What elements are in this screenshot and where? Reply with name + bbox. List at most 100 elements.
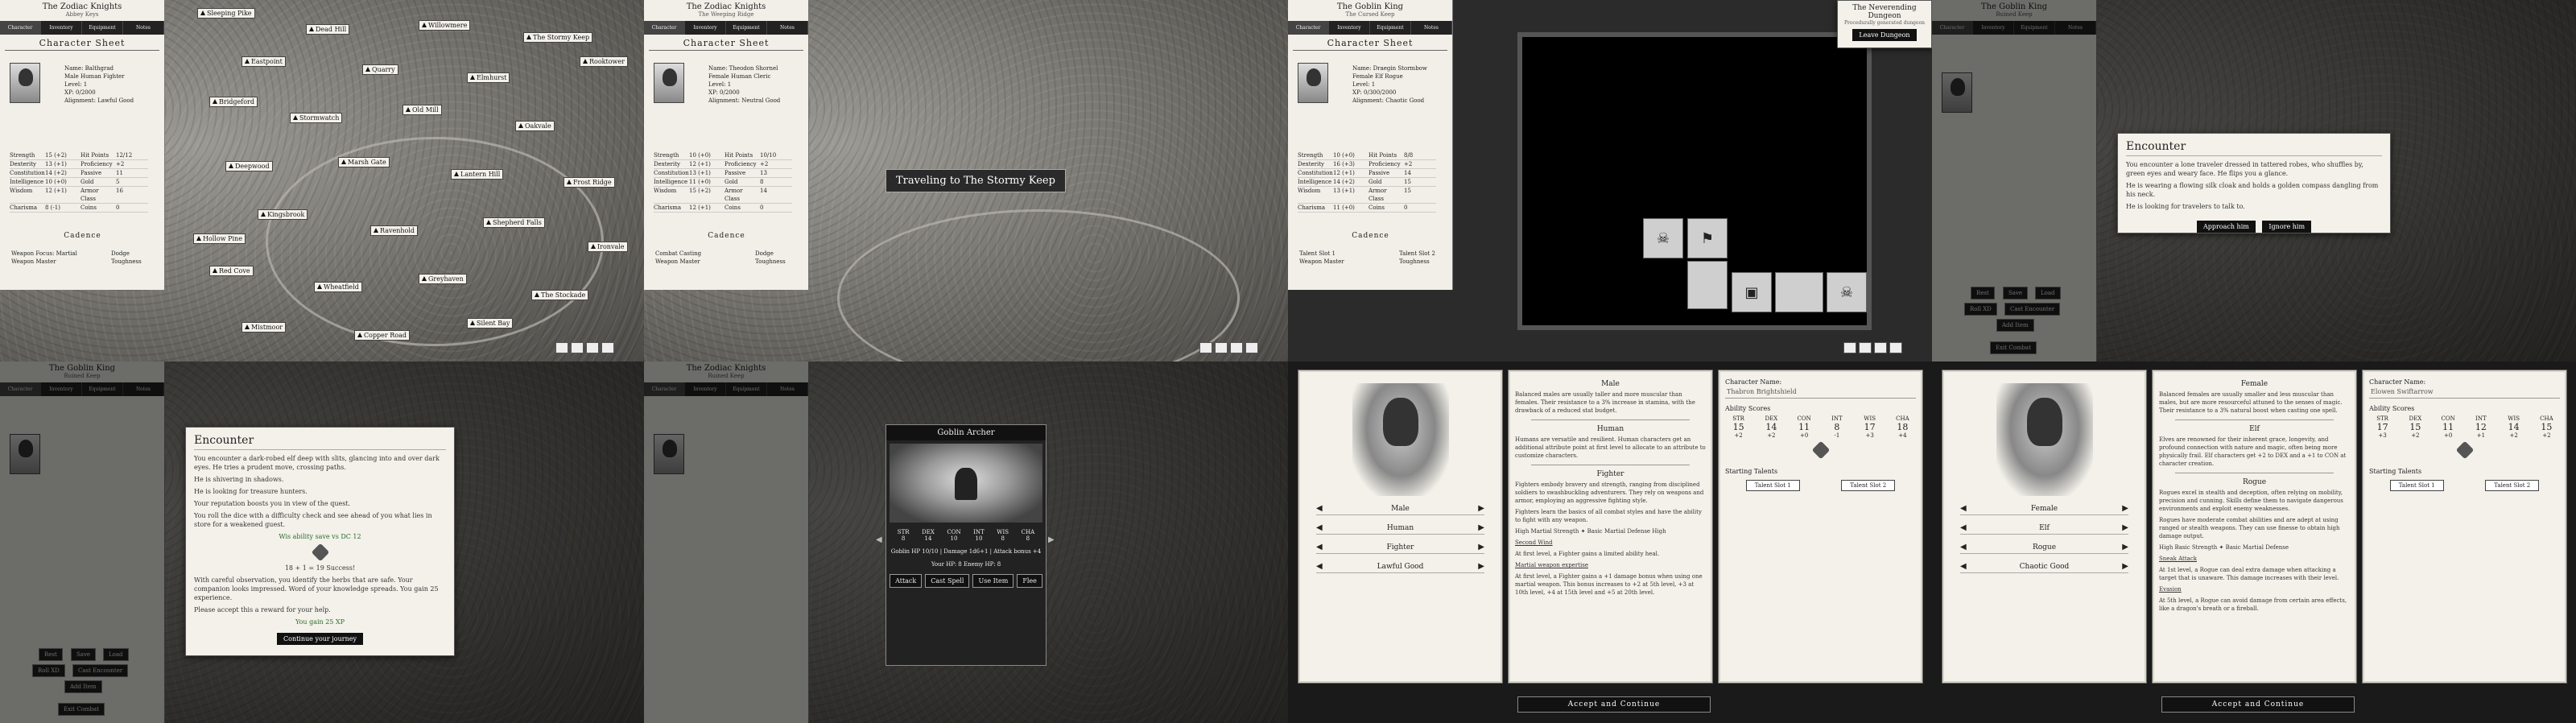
score-wis[interactable]: WIS 17 +3 — [1856, 415, 1883, 439]
tab-notes[interactable]: Notes — [2055, 21, 2096, 35]
map-town-label[interactable]: Old Mill — [402, 105, 442, 115]
score-wis[interactable]: WIS 14 +2 — [2500, 415, 2527, 439]
score-dex[interactable]: DEX 15 +2 — [2402, 415, 2429, 439]
select-race[interactable]: ◀ Human ▶ — [1316, 523, 1484, 535]
encounter-button[interactable]: Cast Encounter — [72, 664, 129, 677]
map-town-label[interactable]: Lantern Hill — [451, 169, 504, 180]
zoom-in-button[interactable] — [1215, 342, 1228, 353]
select-alignment[interactable]: ◀ Chaotic Good ▶ — [1960, 562, 2128, 573]
zoom-out-button[interactable] — [555, 342, 568, 353]
arrow-right-icon[interactable]: ▶ — [2122, 562, 2128, 571]
tab-notes[interactable]: Notes — [123, 21, 164, 35]
score-str[interactable]: STR 15 +2 — [1725, 415, 1752, 439]
name-input[interactable]: Thabron Brightshield — [1725, 386, 1916, 399]
arrow-right-icon[interactable]: ▶ — [1478, 523, 1484, 532]
load-button[interactable]: Load — [2035, 287, 2061, 300]
map-tools[interactable] — [1199, 342, 1258, 353]
load-button[interactable]: Load — [103, 648, 129, 661]
select-gender[interactable]: ◀ Female ▶ — [1960, 504, 2128, 515]
save-button[interactable]: Save — [71, 648, 97, 661]
exit-combat-button[interactable]: Exit Combat — [58, 703, 105, 716]
select-gender[interactable]: ◀ Male ▶ — [1316, 504, 1484, 515]
talent-slot-2-button[interactable]: Talent Slot 2 — [2485, 480, 2540, 491]
dungeon-view[interactable]: ☠ ⚑ ▣ ☠ — [1517, 32, 1872, 330]
name-input[interactable]: Elowen Swiftarrow — [2369, 386, 2560, 399]
prev-arrow[interactable]: ◀ — [876, 535, 882, 544]
dice-icon[interactable] — [2455, 440, 2474, 460]
add-item-button[interactable]: Add Item — [64, 680, 102, 693]
arrow-left-icon[interactable]: ◀ — [1960, 523, 1967, 532]
zoom-in-button[interactable] — [571, 342, 584, 353]
room-skull-2[interactable]: ☠ — [1827, 272, 1867, 312]
map-town-label[interactable]: Stormwatch — [290, 113, 343, 123]
select-class[interactable]: ◀ Fighter ▶ — [1316, 543, 1484, 554]
tab-inventory[interactable]: Inventory — [685, 382, 726, 396]
score-cha[interactable]: CHA 15 +2 — [2533, 415, 2560, 439]
score-con[interactable]: CON 11 +0 — [2435, 415, 2462, 439]
tab-notes[interactable]: Notes — [767, 382, 808, 396]
map-town-label[interactable]: Wheatfield — [314, 282, 362, 292]
tab-notes[interactable]: Notes — [1411, 21, 1452, 35]
map-town-label[interactable]: Kingsbrook — [258, 209, 308, 220]
arrow-left-icon[interactable]: ◀ — [1316, 543, 1323, 552]
map-town-label[interactable]: Silent Bay — [467, 318, 514, 328]
room-skull[interactable]: ☠ — [1643, 218, 1683, 258]
arrow-right-icon[interactable]: ▶ — [1478, 562, 1484, 571]
map-town-label[interactable]: Mistmoor — [242, 322, 287, 333]
accept-button[interactable]: Accept and Continue — [2161, 696, 2355, 713]
room-hall[interactable] — [1775, 272, 1823, 312]
tab-equipment[interactable]: Equipment — [82, 21, 123, 35]
room-door[interactable]: ▣ — [1732, 272, 1772, 312]
zoom-in-button[interactable] — [1859, 342, 1872, 353]
attack-button[interactable]: Attack — [890, 574, 923, 588]
select-race[interactable]: ◀ Elf ▶ — [1960, 523, 2128, 535]
arrow-right-icon[interactable]: ▶ — [2122, 523, 2128, 532]
arrow-left-icon[interactable]: ◀ — [1960, 562, 1967, 571]
map-town-label[interactable]: Willowmere — [419, 20, 471, 31]
save-button[interactable]: Save — [2003, 287, 2029, 300]
arrow-right-icon[interactable]: ▶ — [2122, 543, 2128, 552]
map-town-label[interactable]: Elmhurst — [467, 72, 510, 83]
map-town-label[interactable]: Rooktower — [580, 56, 628, 67]
map-tools[interactable] — [555, 342, 614, 353]
map-town-label[interactable]: Sleeping Pike — [197, 8, 255, 19]
roll-button[interactable]: Roll XD — [32, 664, 65, 677]
tab-inventory[interactable]: Inventory — [1973, 21, 2014, 35]
rest-button[interactable]: Rest — [1971, 287, 1995, 300]
tab-inventory[interactable]: Inventory — [685, 21, 726, 35]
leave-dungeon-button[interactable]: Leave Dungeon — [1852, 29, 1917, 41]
talent-slot-1-button[interactable]: Talent Slot 1 — [2389, 480, 2444, 491]
ignore-button[interactable]: Ignore him — [2262, 221, 2312, 233]
score-dex[interactable]: DEX 14 +2 — [1758, 415, 1785, 439]
map-town-label[interactable]: Dead Hill — [306, 24, 350, 35]
arrow-right-icon[interactable]: ▶ — [1478, 504, 1484, 513]
dice-icon[interactable] — [1811, 440, 1830, 460]
tab-inventory[interactable]: Inventory — [41, 21, 82, 35]
map-town-label[interactable]: Marsh Gate — [338, 157, 390, 167]
cast-spell-button[interactable]: Cast Spell — [925, 574, 970, 588]
map-tools[interactable] — [1843, 342, 1902, 353]
select-class[interactable]: ◀ Rogue ▶ — [1960, 543, 2128, 554]
tab-equipment[interactable]: Equipment — [2014, 21, 2055, 35]
select-alignment[interactable]: ◀ Lawful Good ▶ — [1316, 562, 1484, 573]
map-town-label[interactable]: Frost Ridge — [564, 177, 615, 188]
tab-notes[interactable]: Notes — [767, 21, 808, 35]
continue-button[interactable]: Continue your journey — [277, 633, 363, 645]
score-cha[interactable]: CHA 18 +4 — [1889, 415, 1916, 439]
arrow-right-icon[interactable]: ▶ — [2122, 504, 2128, 513]
next-arrow[interactable]: ▶ — [1048, 535, 1055, 544]
tab-character[interactable]: Character — [1288, 21, 1329, 35]
approach-button[interactable]: Approach him — [2196, 221, 2256, 233]
accept-button[interactable]: Accept and Continue — [1517, 696, 1711, 713]
tab-equipment[interactable]: Equipment — [726, 21, 767, 35]
rest-button[interactable]: Rest — [39, 648, 63, 661]
map-toggle-button[interactable] — [1245, 342, 1258, 353]
map-toggle-button[interactable] — [601, 342, 614, 353]
map-town-label[interactable]: Deepwood — [225, 161, 273, 171]
tab-character[interactable]: Character — [1932, 21, 1973, 35]
exit-combat-button[interactable]: Exit Combat — [1990, 341, 2037, 354]
arrow-left-icon[interactable]: ◀ — [1960, 504, 1967, 513]
arrow-left-icon[interactable]: ◀ — [1960, 543, 1967, 552]
arrow-left-icon[interactable]: ◀ — [1316, 562, 1323, 571]
map-town-label[interactable]: Hollow Pine — [193, 233, 246, 244]
